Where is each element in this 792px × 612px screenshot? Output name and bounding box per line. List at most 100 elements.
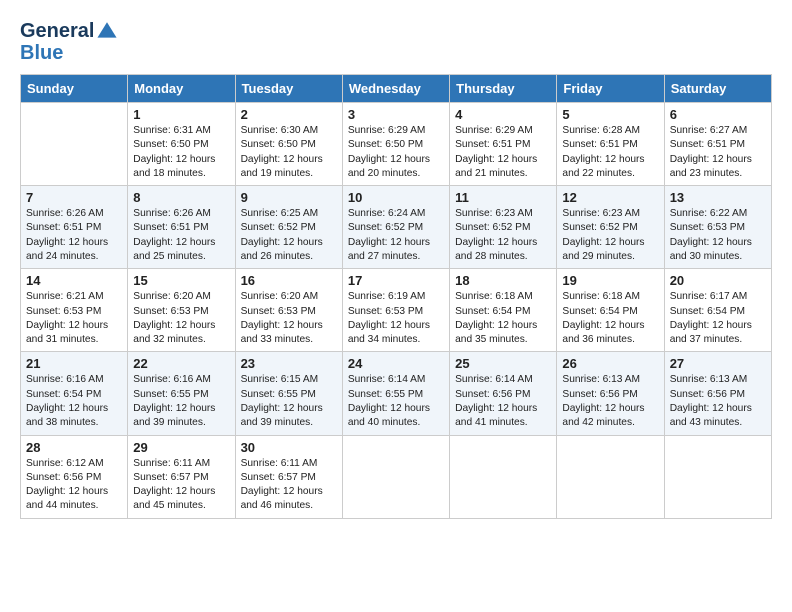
day-info: Sunrise: 6:31 AMSunset: 6:50 PMDaylight:… [133, 125, 215, 179]
day-number: 12 [562, 190, 658, 205]
logo-general: General [20, 20, 94, 42]
day-number: 20 [670, 273, 766, 288]
day-number: 6 [670, 107, 766, 122]
day-info: Sunrise: 6:16 AMSunset: 6:54 PMDaylight:… [26, 374, 108, 428]
calendar-day-cell: 1 Sunrise: 6:31 AMSunset: 6:50 PMDayligh… [128, 103, 235, 186]
calendar-day-cell: 17 Sunrise: 6:19 AMSunset: 6:53 PMDaylig… [342, 269, 449, 352]
day-number: 25 [455, 356, 551, 371]
day-info: Sunrise: 6:25 AMSunset: 6:52 PMDaylight:… [241, 208, 323, 262]
calendar-day-cell: 6 Sunrise: 6:27 AMSunset: 6:51 PMDayligh… [664, 103, 771, 186]
day-info: Sunrise: 6:29 AMSunset: 6:51 PMDaylight:… [455, 125, 537, 179]
day-number: 23 [241, 356, 337, 371]
calendar-header-cell: Wednesday [342, 75, 449, 103]
day-number: 11 [455, 190, 551, 205]
calendar-day-cell: 15 Sunrise: 6:20 AMSunset: 6:53 PMDaylig… [128, 269, 235, 352]
day-info: Sunrise: 6:26 AMSunset: 6:51 PMDaylight:… [133, 208, 215, 262]
calendar-day-cell: 28 Sunrise: 6:12 AMSunset: 6:56 PMDaylig… [21, 435, 128, 518]
calendar-day-cell: 13 Sunrise: 6:22 AMSunset: 6:53 PMDaylig… [664, 186, 771, 269]
calendar-day-cell: 26 Sunrise: 6:13 AMSunset: 6:56 PMDaylig… [557, 352, 664, 435]
day-info: Sunrise: 6:23 AMSunset: 6:52 PMDaylight:… [562, 208, 644, 262]
day-number: 30 [241, 440, 337, 455]
calendar-day-cell: 18 Sunrise: 6:18 AMSunset: 6:54 PMDaylig… [450, 269, 557, 352]
day-info: Sunrise: 6:20 AMSunset: 6:53 PMDaylight:… [133, 291, 215, 345]
calendar-day-cell: 24 Sunrise: 6:14 AMSunset: 6:55 PMDaylig… [342, 352, 449, 435]
calendar-week-row: 21 Sunrise: 6:16 AMSunset: 6:54 PMDaylig… [21, 352, 772, 435]
page-header: General Blue [20, 20, 772, 64]
day-number: 26 [562, 356, 658, 371]
calendar-day-cell: 2 Sunrise: 6:30 AMSunset: 6:50 PMDayligh… [235, 103, 342, 186]
calendar-day-cell: 16 Sunrise: 6:20 AMSunset: 6:53 PMDaylig… [235, 269, 342, 352]
day-info: Sunrise: 6:23 AMSunset: 6:52 PMDaylight:… [455, 208, 537, 262]
calendar-header-cell: Sunday [21, 75, 128, 103]
calendar-day-cell [450, 435, 557, 518]
calendar-day-cell: 8 Sunrise: 6:26 AMSunset: 6:51 PMDayligh… [128, 186, 235, 269]
calendar-day-cell: 10 Sunrise: 6:24 AMSunset: 6:52 PMDaylig… [342, 186, 449, 269]
day-info: Sunrise: 6:18 AMSunset: 6:54 PMDaylight:… [562, 291, 644, 345]
day-info: Sunrise: 6:22 AMSunset: 6:53 PMDaylight:… [670, 208, 752, 262]
day-info: Sunrise: 6:19 AMSunset: 6:53 PMDaylight:… [348, 291, 430, 345]
day-info: Sunrise: 6:14 AMSunset: 6:55 PMDaylight:… [348, 374, 430, 428]
day-info: Sunrise: 6:24 AMSunset: 6:52 PMDaylight:… [348, 208, 430, 262]
logo-triangle-icon [96, 20, 118, 42]
calendar-day-cell: 14 Sunrise: 6:21 AMSunset: 6:53 PMDaylig… [21, 269, 128, 352]
day-number: 16 [241, 273, 337, 288]
day-info: Sunrise: 6:13 AMSunset: 6:56 PMDaylight:… [670, 374, 752, 428]
calendar-week-row: 7 Sunrise: 6:26 AMSunset: 6:51 PMDayligh… [21, 186, 772, 269]
day-info: Sunrise: 6:13 AMSunset: 6:56 PMDaylight:… [562, 374, 644, 428]
calendar-day-cell: 20 Sunrise: 6:17 AMSunset: 6:54 PMDaylig… [664, 269, 771, 352]
day-number: 27 [670, 356, 766, 371]
day-info: Sunrise: 6:11 AMSunset: 6:57 PMDaylight:… [133, 458, 215, 512]
calendar-day-cell: 25 Sunrise: 6:14 AMSunset: 6:56 PMDaylig… [450, 352, 557, 435]
day-number: 28 [26, 440, 122, 455]
day-number: 29 [133, 440, 229, 455]
calendar-day-cell: 3 Sunrise: 6:29 AMSunset: 6:50 PMDayligh… [342, 103, 449, 186]
day-number: 19 [562, 273, 658, 288]
day-number: 18 [455, 273, 551, 288]
calendar-week-row: 28 Sunrise: 6:12 AMSunset: 6:56 PMDaylig… [21, 435, 772, 518]
calendar-day-cell: 9 Sunrise: 6:25 AMSunset: 6:52 PMDayligh… [235, 186, 342, 269]
day-number: 9 [241, 190, 337, 205]
day-number: 15 [133, 273, 229, 288]
calendar-day-cell [21, 103, 128, 186]
day-number: 3 [348, 107, 444, 122]
day-number: 24 [348, 356, 444, 371]
calendar-day-cell: 12 Sunrise: 6:23 AMSunset: 6:52 PMDaylig… [557, 186, 664, 269]
calendar-table: SundayMondayTuesdayWednesdayThursdayFrid… [20, 74, 772, 519]
day-info: Sunrise: 6:14 AMSunset: 6:56 PMDaylight:… [455, 374, 537, 428]
day-info: Sunrise: 6:20 AMSunset: 6:53 PMDaylight:… [241, 291, 323, 345]
day-number: 21 [26, 356, 122, 371]
calendar-day-cell: 22 Sunrise: 6:16 AMSunset: 6:55 PMDaylig… [128, 352, 235, 435]
calendar-day-cell: 7 Sunrise: 6:26 AMSunset: 6:51 PMDayligh… [21, 186, 128, 269]
calendar-day-cell: 29 Sunrise: 6:11 AMSunset: 6:57 PMDaylig… [128, 435, 235, 518]
calendar-week-row: 1 Sunrise: 6:31 AMSunset: 6:50 PMDayligh… [21, 103, 772, 186]
day-number: 1 [133, 107, 229, 122]
day-number: 14 [26, 273, 122, 288]
calendar-day-cell [557, 435, 664, 518]
day-number: 2 [241, 107, 337, 122]
calendar-day-cell: 21 Sunrise: 6:16 AMSunset: 6:54 PMDaylig… [21, 352, 128, 435]
day-info: Sunrise: 6:29 AMSunset: 6:50 PMDaylight:… [348, 125, 430, 179]
day-number: 8 [133, 190, 229, 205]
calendar-day-cell: 23 Sunrise: 6:15 AMSunset: 6:55 PMDaylig… [235, 352, 342, 435]
day-number: 13 [670, 190, 766, 205]
calendar-body: 1 Sunrise: 6:31 AMSunset: 6:50 PMDayligh… [21, 103, 772, 519]
logo-blue: Blue [20, 42, 63, 64]
calendar-header-cell: Monday [128, 75, 235, 103]
calendar-day-cell [342, 435, 449, 518]
calendar-day-cell: 19 Sunrise: 6:18 AMSunset: 6:54 PMDaylig… [557, 269, 664, 352]
calendar-header-cell: Tuesday [235, 75, 342, 103]
calendar-day-cell [664, 435, 771, 518]
calendar-header-cell: Saturday [664, 75, 771, 103]
day-number: 5 [562, 107, 658, 122]
calendar-day-cell: 4 Sunrise: 6:29 AMSunset: 6:51 PMDayligh… [450, 103, 557, 186]
calendar-header-cell: Friday [557, 75, 664, 103]
day-info: Sunrise: 6:17 AMSunset: 6:54 PMDaylight:… [670, 291, 752, 345]
day-number: 4 [455, 107, 551, 122]
day-info: Sunrise: 6:28 AMSunset: 6:51 PMDaylight:… [562, 125, 644, 179]
day-info: Sunrise: 6:18 AMSunset: 6:54 PMDaylight:… [455, 291, 537, 345]
day-number: 10 [348, 190, 444, 205]
calendar-header-row: SundayMondayTuesdayWednesdayThursdayFrid… [21, 75, 772, 103]
day-info: Sunrise: 6:12 AMSunset: 6:56 PMDaylight:… [26, 458, 108, 512]
day-info: Sunrise: 6:27 AMSunset: 6:51 PMDaylight:… [670, 125, 752, 179]
calendar-day-cell: 11 Sunrise: 6:23 AMSunset: 6:52 PMDaylig… [450, 186, 557, 269]
